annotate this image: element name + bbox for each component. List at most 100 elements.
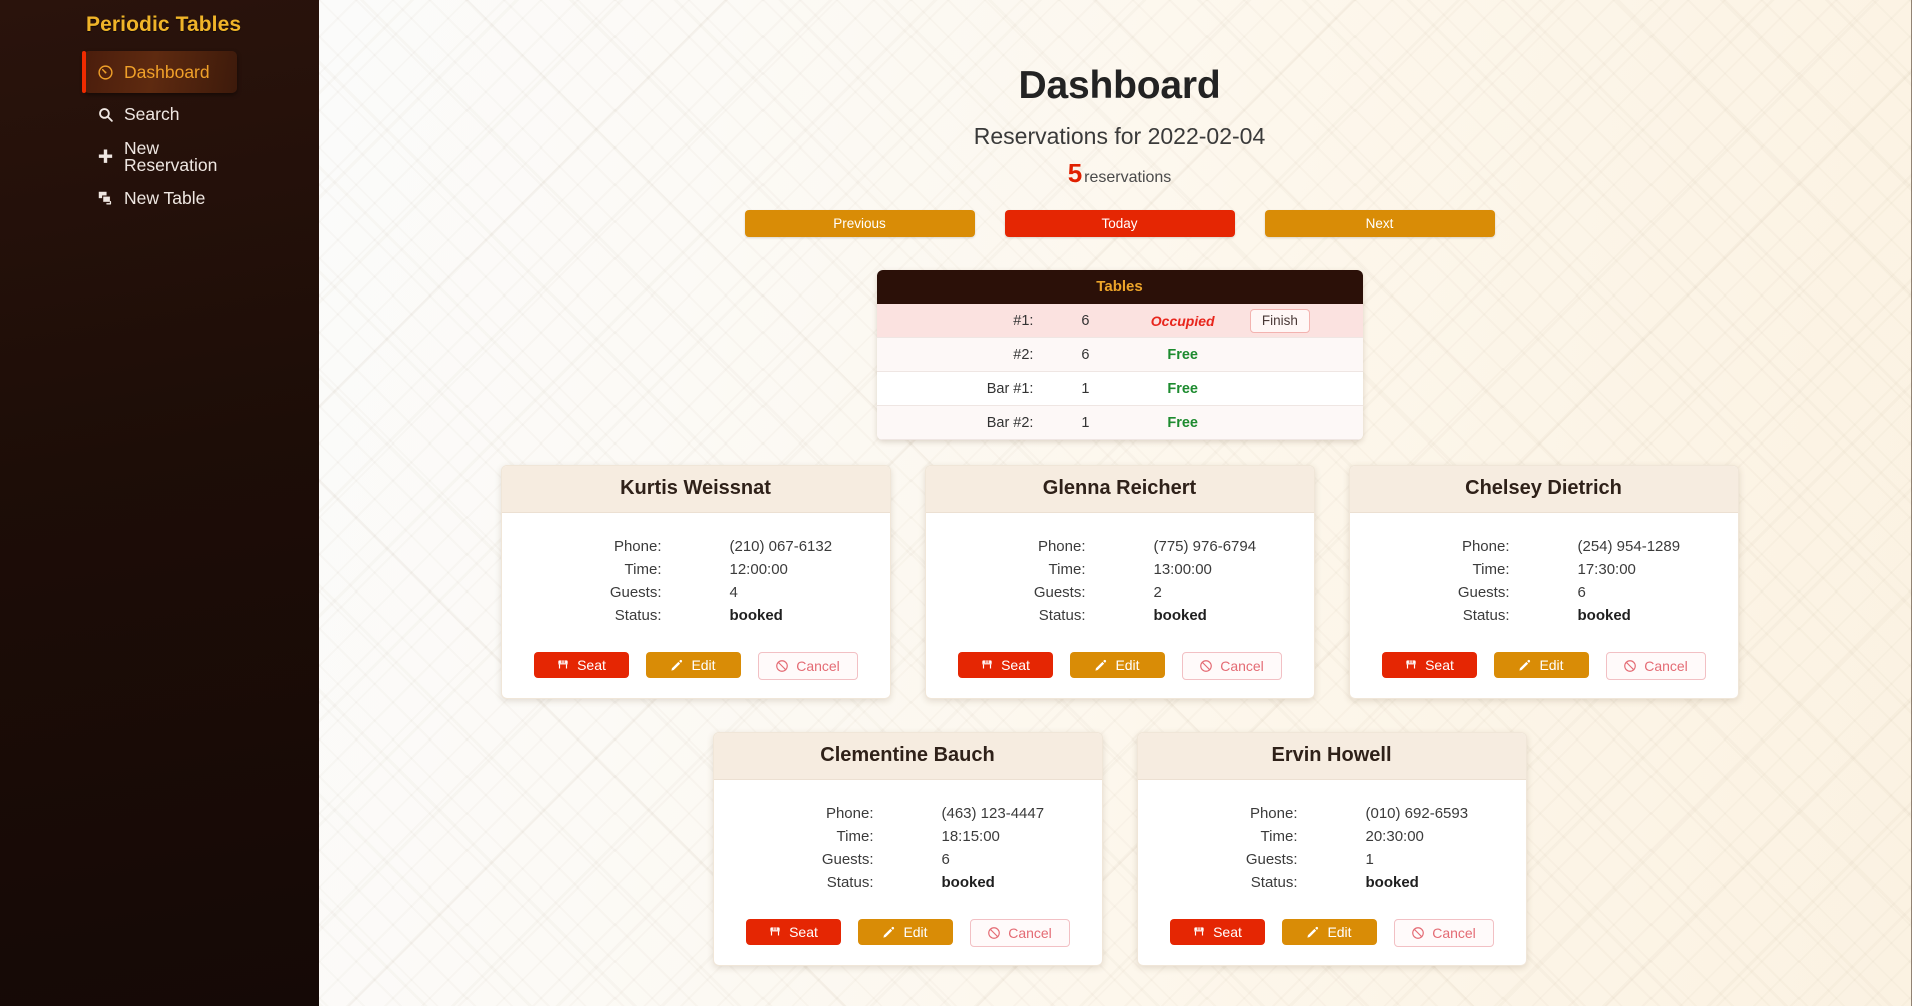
reservation-guest-name: Kurtis Weissnat <box>501 466 890 514</box>
ban-icon <box>1199 659 1213 673</box>
edit-button[interactable]: Edit <box>1281 919 1377 946</box>
detail-row-phone: Phone: (254) 954-1289 <box>1350 535 1738 558</box>
phone-label: Phone: <box>1249 805 1298 823</box>
seat-icon <box>556 658 570 672</box>
time-value: 18:15:00 <box>941 828 1000 846</box>
cancel-button-label: Cancel <box>1220 658 1264 675</box>
cancel-button-label: Cancel <box>1432 925 1476 942</box>
seat-icon <box>980 658 994 672</box>
reservation-count-number: 5 <box>1067 157 1083 188</box>
table-status: Free <box>1119 405 1246 441</box>
seat-button[interactable]: Seat <box>533 652 629 679</box>
table-action-cell <box>1245 405 1363 441</box>
status-label: Status: <box>614 607 662 625</box>
phone-value: (210) 067-6132 <box>729 538 833 556</box>
seat-button-label: Seat <box>1213 924 1242 941</box>
detail-row-guests: Guests: 2 <box>926 581 1314 604</box>
guests-label: Guests: <box>821 851 874 869</box>
reservation-guest-name: Clementine Bauch <box>713 733 1102 781</box>
seat-icon <box>768 925 782 939</box>
sidebar-item-label: New Reservation <box>124 137 218 175</box>
edit-button[interactable]: Edit <box>1069 652 1165 679</box>
dashboard-icon <box>96 63 115 82</box>
reservation-cards-row-2: Clementine Bauch Phone: (463) 123-4447 T… <box>319 732 1920 967</box>
sidebar-item-search[interactable]: Search <box>84 93 237 135</box>
status-value: booked <box>729 607 783 625</box>
table-action-cell <box>1245 337 1363 373</box>
reservation-details: Phone: (463) 123-4447 Time: 18:15:00 Gue… <box>714 780 1102 965</box>
detail-row-status: Status: booked <box>1350 604 1738 627</box>
reservation-details: Phone: (210) 067-6132 Time: 12:00:00 Gue… <box>502 513 890 698</box>
app-root: Periodic Tables Dashboard Search New Res… <box>0 0 1920 1006</box>
table-row: #1: 6 Occupied Finish <box>876 303 1363 339</box>
detail-row-phone: Phone: (463) 123-4447 <box>714 802 1102 825</box>
guests-label: Guests: <box>1245 851 1298 869</box>
detail-row-time: Time: 20:30:00 <box>1138 825 1526 848</box>
seat-icon <box>1404 658 1418 672</box>
cancel-button[interactable]: Cancel <box>969 919 1070 948</box>
detail-row-time: Time: 12:00:00 <box>502 558 890 581</box>
cancel-button[interactable]: Cancel <box>1605 652 1706 681</box>
time-label: Time: <box>836 828 874 846</box>
cancel-button[interactable]: Cancel <box>757 652 858 681</box>
today-button[interactable]: Today <box>1004 209 1235 237</box>
sidebar-item-new-reservation[interactable]: New Reservation <box>84 135 237 177</box>
ban-icon <box>987 926 1001 940</box>
reservation-actions: Seat Edit Cancel <box>1138 894 1526 965</box>
status-label: Status: <box>1038 607 1086 625</box>
edit-button[interactable]: Edit <box>645 652 741 679</box>
table-name: Bar #2: <box>876 405 1052 441</box>
status-value: booked <box>1365 874 1419 892</box>
ban-icon <box>1623 659 1637 673</box>
sidebar-item-label: New Table <box>124 188 206 209</box>
phone-value: (254) 954-1289 <box>1577 538 1681 556</box>
seat-button[interactable]: Seat <box>1169 919 1265 946</box>
tables-panel-title: Tables <box>876 269 1363 304</box>
reservation-actions: Seat Edit Cancel <box>1350 627 1738 698</box>
table-row: Bar #1: 1 Free <box>876 371 1363 407</box>
seat-button[interactable]: Seat <box>1381 652 1477 679</box>
page-title: Dashboard <box>1018 64 1221 107</box>
reservation-card: Clementine Bauch Phone: (463) 123-4447 T… <box>712 732 1103 967</box>
edit-button[interactable]: Edit <box>857 919 953 946</box>
cancel-button-label: Cancel <box>1644 658 1688 675</box>
vertical-scrollbar[interactable] <box>1912 0 1920 1006</box>
guests-value: 6 <box>1577 584 1586 602</box>
edit-button[interactable]: Edit <box>1493 652 1589 679</box>
pencil-icon <box>1306 925 1320 939</box>
seat-icon <box>1192 925 1206 939</box>
detail-row-status: Status: booked <box>926 604 1314 627</box>
reservation-details: Phone: (254) 954-1289 Time: 17:30:00 Gue… <box>1350 513 1738 698</box>
cancel-button[interactable]: Cancel <box>1181 652 1282 681</box>
search-icon <box>96 105 115 124</box>
tables-panel: Tables #1: 6 Occupied Finish #2: 6 Free … <box>876 269 1363 441</box>
detail-row-time: Time: 17:30:00 <box>1350 558 1738 581</box>
detail-row-phone: Phone: (210) 067-6132 <box>502 535 890 558</box>
reservation-detail-table: Phone: (775) 976-6794 Time: 13:00:00 Gue… <box>926 535 1314 627</box>
seat-button[interactable]: Seat <box>957 652 1053 679</box>
finish-button[interactable]: Finish <box>1249 308 1310 333</box>
cancel-button[interactable]: Cancel <box>1393 919 1494 948</box>
reservation-guest-name: Chelsey Dietrich <box>1349 466 1738 514</box>
phone-value: (463) 123-4447 <box>941 805 1045 823</box>
table-name: Bar #1: <box>876 371 1052 407</box>
reservation-count: 5 reservations <box>319 160 1920 186</box>
page-subtitle: Reservations for 2022-02-04 <box>973 122 1266 149</box>
reservation-card: Glenna Reichert Phone: (775) 976-6794 Ti… <box>924 465 1315 700</box>
reservation-card: Ervin Howell Phone: (010) 692-6593 Time:… <box>1136 732 1527 967</box>
sidebar-item-new-table[interactable]: New Table <box>84 177 237 219</box>
table-capacity: 1 <box>1051 405 1120 441</box>
next-day-button[interactable]: Next <box>1264 209 1495 237</box>
previous-day-button[interactable]: Previous <box>744 209 975 237</box>
time-label: Time: <box>1472 561 1510 579</box>
table-capacity: 6 <box>1051 337 1120 373</box>
reservation-actions: Seat Edit Cancel <box>926 627 1314 698</box>
sidebar-item-dashboard[interactable]: Dashboard <box>82 51 237 93</box>
new-table-icon <box>96 189 115 208</box>
status-label: Status: <box>1250 874 1298 892</box>
seat-button-label: Seat <box>1425 657 1454 674</box>
guests-value: 4 <box>729 584 738 602</box>
phone-label: Phone: <box>613 538 662 556</box>
sidebar-item-label: Dashboard <box>124 62 210 83</box>
seat-button[interactable]: Seat <box>745 919 841 946</box>
